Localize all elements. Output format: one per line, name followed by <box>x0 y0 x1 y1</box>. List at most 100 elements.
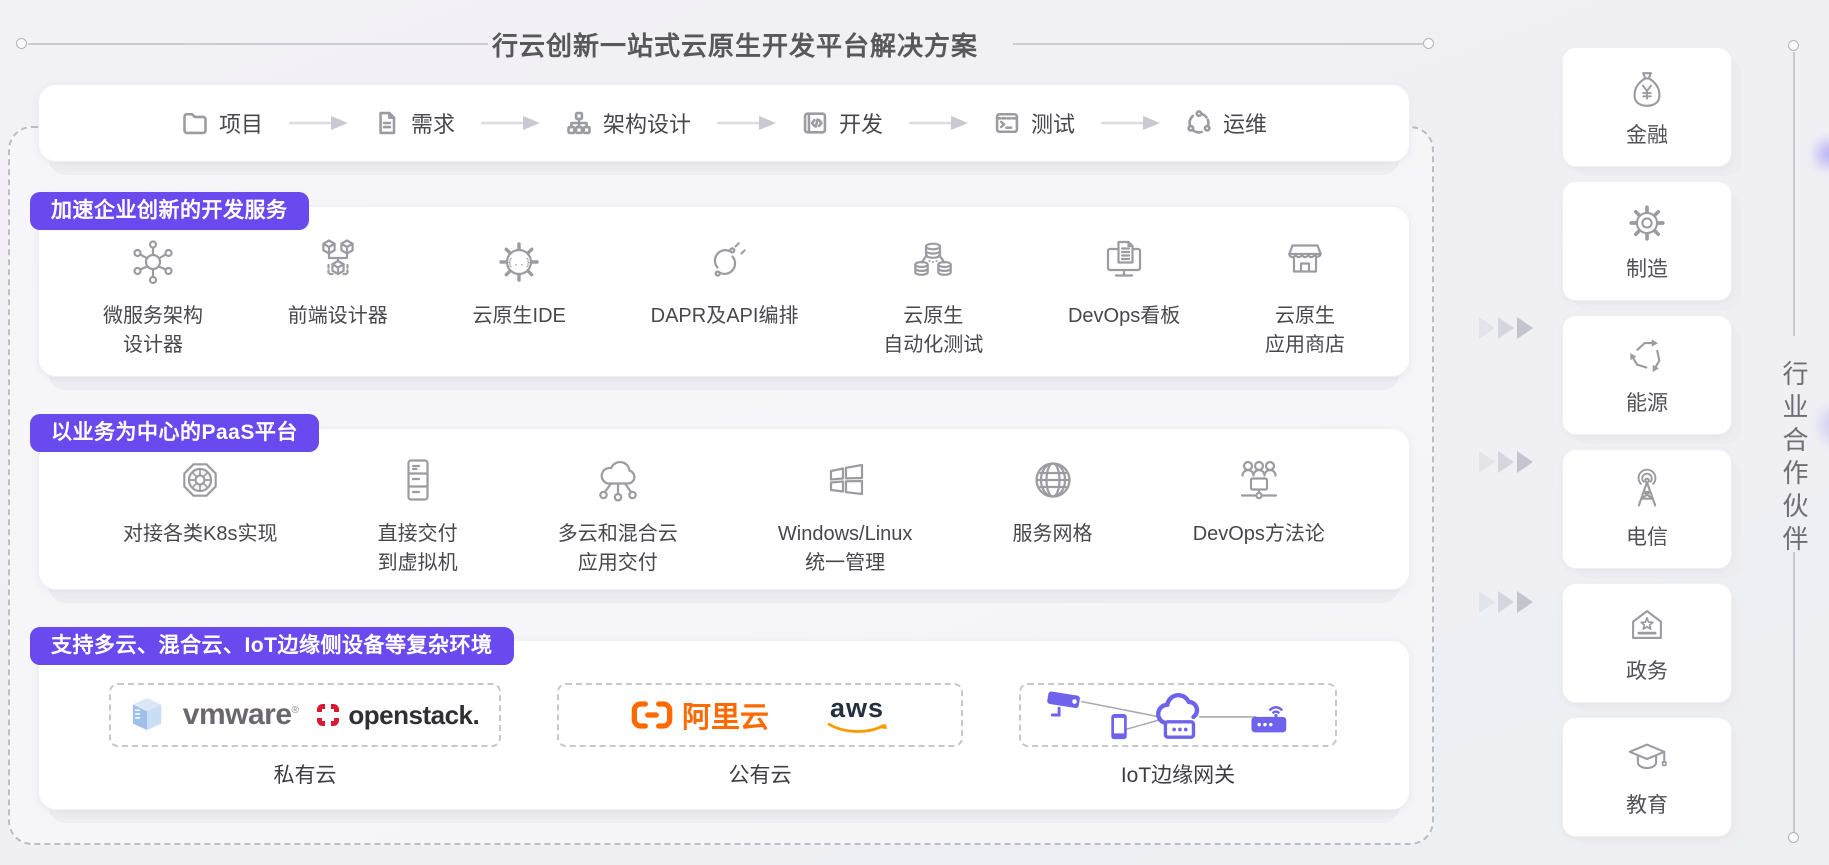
arrow-right-icon <box>287 114 349 132</box>
paas-item: 对接各类K8s实现 <box>123 449 277 549</box>
workflow-step-architecture: 架构设计 <box>565 107 691 139</box>
workflow-step-label: 运维 <box>1223 107 1267 139</box>
service-item-label: 云原生 自动化测试 <box>883 302 983 360</box>
solution-diagram: 行云创新一站式云原生开发平台解决方案 行业合作伙伴 项目 需求 <box>0 0 1829 865</box>
wifi-router-icon <box>1251 707 1286 732</box>
industry-card-education: 教育 <box>1562 717 1732 837</box>
right-rail-top-dot <box>1788 40 1799 51</box>
paas-item-label: 直接交付 到虚拟机 <box>378 520 458 578</box>
service-item-label: DevOps看板 <box>1068 302 1180 331</box>
graduation-cap-icon <box>1624 736 1670 782</box>
header-line-left-dot <box>16 38 27 49</box>
chevron-right-group <box>1479 317 1533 339</box>
industry-label: 金融 <box>1626 119 1668 149</box>
paas-item-label: 服务网格 <box>1013 520 1093 549</box>
workflow-step-operations: 运维 <box>1185 107 1267 139</box>
industry-label: 制造 <box>1626 253 1668 283</box>
aws-logo: aws <box>825 695 889 735</box>
arrow-right-icon <box>1099 114 1161 132</box>
page-title: 行云创新一站式云原生开发平台解决方案 <box>470 26 1000 63</box>
paas-item-label: Windows/Linux 统一管理 <box>778 520 913 578</box>
kubernetes-wheel-icon <box>172 452 228 508</box>
svg-text:{..}: {..} <box>507 258 531 269</box>
industry-partner-column: 金融 制造 能源 电信 <box>1562 47 1732 837</box>
workflow-step-testing: 测试 <box>993 107 1075 139</box>
service-item: 微服务架构 设计器 <box>103 231 203 360</box>
requirements-doc-icon <box>373 109 401 137</box>
right-rail-bottom-dot <box>1788 832 1799 843</box>
public-cloud-box: 阿里云 aws <box>557 683 963 747</box>
operations-cycle-icon <box>1185 109 1213 137</box>
paas-item: DevOps方法论 <box>1193 449 1325 549</box>
section-tag-dev-services: 加速企业创新的开发服务 <box>30 192 309 230</box>
server-rack-icon <box>390 452 446 508</box>
devops-methodology-icon <box>1231 452 1287 508</box>
service-item: 云原生 自动化测试 <box>883 231 983 360</box>
money-bag-icon <box>1624 66 1670 112</box>
service-item: 云原生 应用商店 <box>1265 231 1345 360</box>
workflow-step-label: 项目 <box>219 107 263 139</box>
right-rail-line-top <box>1793 52 1795 336</box>
service-item-label: 前端设计器 <box>288 302 388 331</box>
service-item-label: 云原生IDE <box>473 302 566 331</box>
paas-item: 多云和混合云 应用交付 <box>558 449 678 578</box>
section-tag-paas-platform: 以业务为中心的PaaS平台 <box>30 414 319 452</box>
api-orchestration-icon <box>697 234 753 290</box>
paas-item-label: 对接各类K8s实现 <box>123 520 277 549</box>
workflow-bar: 项目 需求 架构设计 开发 <box>38 84 1410 162</box>
server-cube-icon <box>131 696 165 734</box>
iot-devices-graphic <box>1033 686 1323 744</box>
alibaba-cloud-logo: 阿里云 <box>631 694 769 736</box>
env-public-cloud: 阿里云 aws 公有云 <box>557 683 963 809</box>
smartphone-icon <box>1111 714 1126 739</box>
section-tag-environments: 支持多云、混合云、IoT边缘侧设备等复杂环境 <box>30 627 514 665</box>
arrow-right-icon <box>715 114 777 132</box>
chevron-right-group <box>1479 451 1533 473</box>
arrow-right-icon <box>907 114 969 132</box>
workflow-step-project: 项目 <box>181 107 263 139</box>
env-label: IoT边缘网关 <box>1121 759 1235 789</box>
workflow-step-label: 需求 <box>411 107 455 139</box>
section-dev-services: 微服务架构 设计器 前端设计器 {..} 云原生IDE DAPR及API编排 云… <box>38 206 1410 377</box>
openstack-logo: openstack. <box>316 700 479 731</box>
env-iot-gateway: IoT边缘网关 <box>1019 683 1337 809</box>
industry-card-telecom: 电信 <box>1562 449 1732 569</box>
architecture-chart-icon <box>565 109 593 137</box>
header-line-right <box>1013 43 1423 45</box>
industry-card-manufacturing: 制造 <box>1562 181 1732 301</box>
workflow-step-label: 测试 <box>1031 107 1075 139</box>
decor-blob <box>1812 400 1829 450</box>
industry-card-government: 政务 <box>1562 583 1732 703</box>
microservice-architecture-icon <box>125 234 181 290</box>
automated-testing-icon <box>905 234 961 290</box>
service-item: DevOps看板 <box>1068 231 1180 331</box>
service-item-label: 微服务架构 设计器 <box>103 302 203 360</box>
service-item: {..} 云原生IDE <box>473 231 566 331</box>
cloud-gateway-icon <box>1158 695 1197 737</box>
industry-card-finance: 金融 <box>1562 47 1732 167</box>
cctv-camera-icon <box>1047 691 1080 715</box>
service-mesh-globe-icon <box>1025 452 1081 508</box>
service-item-label: 云原生 应用商店 <box>1265 302 1345 360</box>
service-item: 前端设计器 <box>288 231 388 331</box>
aws-smile-icon <box>825 722 889 735</box>
terminal-icon <box>993 109 1021 137</box>
cloud-native-ide-icon: {..} <box>491 234 547 290</box>
header-line-right-dot <box>1423 38 1434 49</box>
workflow-step-label: 开发 <box>839 107 883 139</box>
windows-linux-icon <box>817 452 873 508</box>
code-window-icon <box>801 109 829 137</box>
recycle-icon <box>1624 334 1670 380</box>
paas-item: 直接交付 到虚拟机 <box>378 449 458 578</box>
government-building-icon <box>1624 602 1670 648</box>
private-cloud-box: vmware® openstack. <box>109 683 501 747</box>
industry-card-energy: 能源 <box>1562 315 1732 435</box>
workflow-step-development: 开发 <box>801 107 883 139</box>
chevron-right-group <box>1479 591 1533 613</box>
section-paas-platform: 对接各类K8s实现 直接交付 到虚拟机 多云和混合云 应用交付 Windows/… <box>38 428 1410 590</box>
arrow-right-icon <box>479 114 541 132</box>
devops-board-icon <box>1096 234 1152 290</box>
industry-label: 能源 <box>1626 387 1668 417</box>
paas-item-label: DevOps方法论 <box>1193 520 1325 549</box>
env-private-cloud: vmware® openstack. 私有云 <box>109 683 501 809</box>
